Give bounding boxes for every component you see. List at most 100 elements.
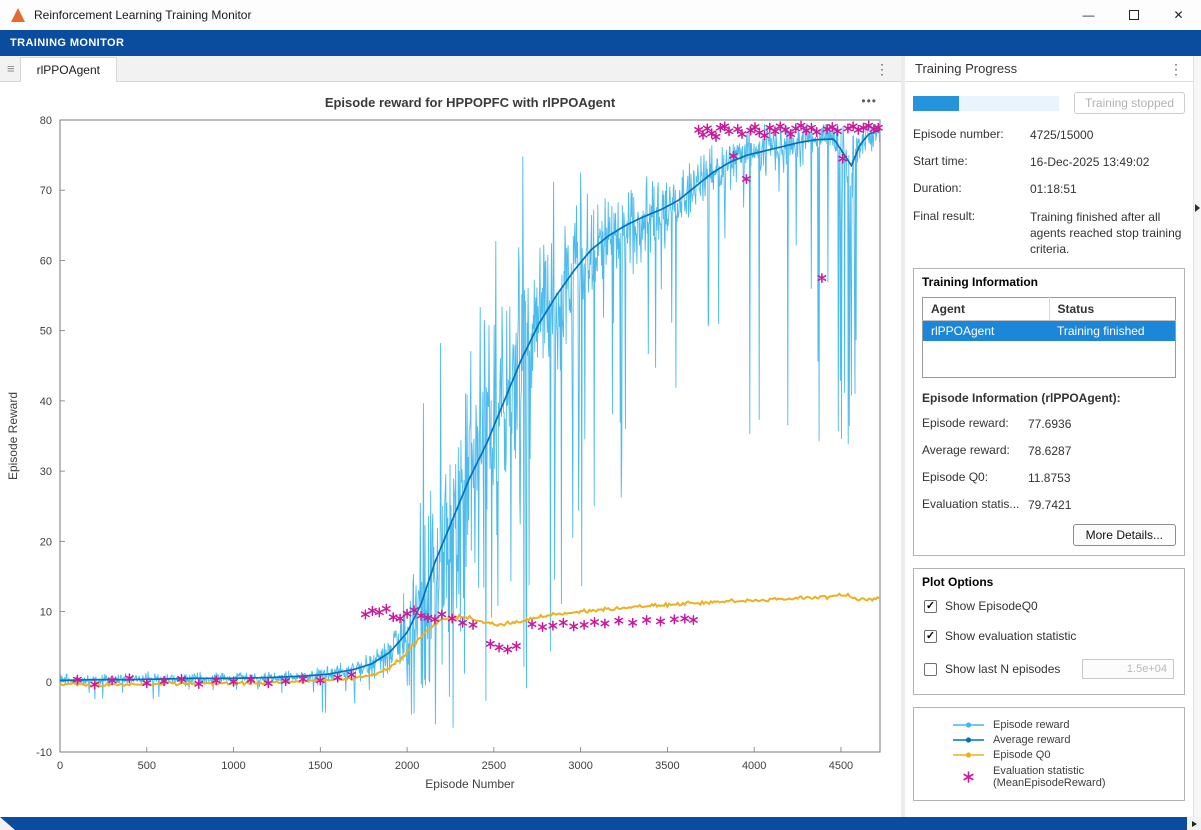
field-value: 11.8753 [1028, 470, 1176, 486]
svg-text:1500: 1500 [308, 760, 332, 772]
plot-options-section: Plot Options ✓ Show EpisodeQ0 ✓ Show eva… [913, 568, 1185, 695]
svg-text:70: 70 [40, 185, 52, 197]
checkbox-icon[interactable]: ✓ [924, 630, 937, 643]
checkbox-show-episodeq0[interactable]: ✓ Show EpisodeQ0 [924, 599, 1174, 613]
table-header-agent: Agent [923, 298, 1050, 321]
legend-sample-line-dot-icon [951, 718, 987, 732]
svg-text:3500: 3500 [655, 760, 679, 772]
svg-text:10: 10 [40, 607, 52, 619]
svg-text:0: 0 [46, 677, 52, 689]
svg-text:0: 0 [57, 760, 63, 772]
checkbox-icon[interactable] [924, 663, 937, 676]
progress-bar [913, 96, 1059, 111]
field-label: Duration: [913, 181, 1030, 197]
svg-text:-10: -10 [36, 747, 52, 759]
start-time-row: Start time: 16-Dec-2025 13:49:02 [913, 154, 1185, 170]
svg-text:500: 500 [138, 760, 156, 772]
duration-row: Duration: 01:18:51 [913, 181, 1185, 197]
reward-chart[interactable]: 050010001500200025003000350040004500-100… [0, 82, 901, 817]
toolstrip: TRAINING MONITOR [0, 30, 1201, 56]
field-value: 16-Dec-2025 13:49:02 [1030, 154, 1185, 170]
svg-text:2000: 2000 [395, 760, 419, 772]
legend-panel: Episode reward Average reward Episode Q0… [913, 707, 1185, 801]
episode-q0-row: Episode Q0: 11.8753 [922, 470, 1176, 486]
average-reward-row: Average reward: 78.6287 [922, 443, 1176, 459]
window-title: Reinforcement Learning Training Monitor [34, 8, 251, 22]
episode-reward-row: Episode reward: 77.6936 [922, 416, 1176, 432]
close-button[interactable]: ✕ [1156, 0, 1201, 30]
legend-sample-line-dot-icon [951, 733, 987, 747]
field-value: 77.6936 [1028, 416, 1176, 432]
checkbox-label: Show last N episodes [945, 662, 1060, 676]
training-stopped-button[interactable]: Training stopped [1074, 92, 1185, 114]
checkbox-show-evaluation-statistic[interactable]: ✓ Show evaluation statistic [924, 629, 1174, 643]
field-label: Evaluation statis... [922, 497, 1028, 513]
panel-collapse-arrow-icon[interactable] [1195, 204, 1200, 212]
toolstrip-title: TRAINING MONITOR [0, 30, 124, 56]
svg-text:4500: 4500 [829, 760, 853, 772]
tabstrip-menu-button[interactable]: ⋮ [875, 62, 889, 76]
maximize-button[interactable] [1111, 0, 1156, 30]
svg-text:1000: 1000 [221, 760, 245, 772]
episode-number-row: Episode number: 4725/15000 [913, 127, 1185, 143]
scroll-right-button[interactable] [1187, 817, 1201, 830]
final-result-row: Final result: Training finished after al… [913, 209, 1185, 258]
agent-cell: rlPPOAgent [923, 321, 1050, 342]
episode-info-title: Episode Information (rlPPOAgent): [922, 391, 1176, 405]
chart-area: 050010001500200025003000350040004500-100… [0, 82, 901, 817]
legend-sample-asterisk-icon [951, 763, 987, 791]
section-title: Training Information [922, 275, 1176, 289]
close-icon: ✕ [1173, 8, 1183, 22]
svg-text:4000: 4000 [742, 760, 766, 772]
minimize-button[interactable]: — [1066, 0, 1111, 30]
field-label: Average reward: [922, 443, 1028, 459]
legend-label: Episode Q0 [993, 749, 1050, 762]
tabstrip-grip-icon: ≡ [7, 61, 15, 76]
chart-panel: ≡ rlPPOAgent ⋮ 0500100015002000250030003… [0, 56, 901, 817]
tabstrip: ≡ rlPPOAgent ⋮ [0, 56, 901, 82]
field-value: 79.7421 [1028, 497, 1176, 513]
chart-options-button[interactable]: ••• [861, 94, 877, 108]
agent-status-table: Agent Status rlPPOAgent Training finishe… [922, 297, 1176, 378]
table-empty-space [923, 341, 1176, 377]
legend-sample-line-dot-icon [951, 748, 987, 762]
panel-title: Training Progress [915, 61, 1017, 76]
training-progress-panel: Training Progress ⋮ Training stopped Epi… [905, 56, 1193, 817]
svg-text:Episode Reward: Episode Reward [6, 392, 20, 480]
legend-entry: Evaluation statistic (MeanEpisodeReward) [951, 763, 1147, 791]
bottom-bar [0, 817, 1201, 830]
table-row-rlppoagent[interactable]: rlPPOAgent Training finished [923, 321, 1176, 342]
field-label: Start time: [913, 154, 1030, 170]
checkbox-icon[interactable]: ✓ [924, 600, 937, 613]
progress-fill [913, 96, 959, 111]
tab-rlppoagent[interactable]: rlPPOAgent [20, 57, 117, 82]
svg-text:60: 60 [40, 255, 52, 267]
checkbox-label: Show EpisodeQ0 [945, 599, 1038, 613]
evaluation-statistic-row: Evaluation statis... 79.7421 [922, 497, 1176, 513]
arrow-right-icon [1192, 821, 1197, 827]
corner-resize-triangle [0, 817, 15, 830]
legend-entry: Average reward [951, 733, 1147, 747]
checkbox-show-last-n-episodes[interactable]: Show last N episodes 1.5e+04 [924, 659, 1174, 679]
right-scrollbar[interactable] [1193, 56, 1201, 817]
training-information-section: Training Information Agent Status rlPPOA… [913, 268, 1185, 556]
matlab-logo-icon [11, 8, 25, 22]
field-label: Final result: [913, 209, 1030, 258]
maximize-icon [1129, 10, 1139, 20]
panel-menu-button[interactable]: ⋮ [1169, 62, 1183, 76]
n-episodes-input[interactable]: 1.5e+04 [1082, 659, 1174, 679]
legend-entry: Episode reward [951, 718, 1147, 732]
section-title: Plot Options [922, 575, 1176, 589]
minimize-icon: — [1083, 8, 1095, 22]
status-cell: Training finished [1049, 321, 1176, 342]
field-value: 01:18:51 [1030, 181, 1185, 197]
legend-entry: Episode Q0 [951, 748, 1147, 762]
svg-text:40: 40 [40, 396, 52, 408]
more-details-button[interactable]: More Details... [1073, 524, 1176, 546]
svg-text:80: 80 [40, 115, 52, 127]
svg-text:3000: 3000 [568, 760, 592, 772]
svg-text:Episode Number: Episode Number [425, 777, 514, 791]
legend-label: Evaluation statistic (MeanEpisodeReward) [993, 765, 1106, 790]
svg-text:50: 50 [40, 326, 52, 338]
svg-text:Episode reward for HPPOPFC wit: Episode reward for HPPOPFC with rlPPOAge… [325, 95, 616, 110]
